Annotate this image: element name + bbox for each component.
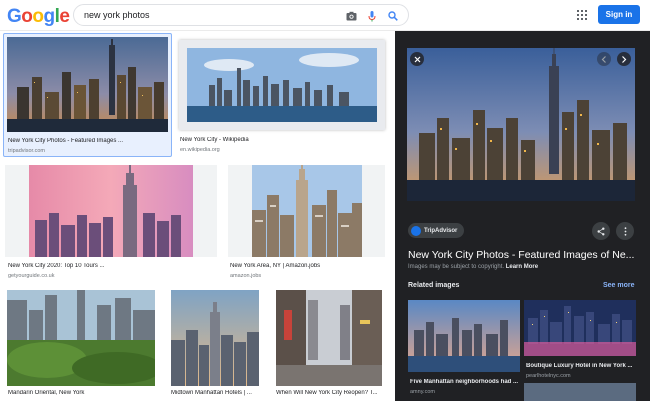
result-thumbnail[interactable] [7,290,155,386]
result-caption[interactable]: Midtown Manhattan Hotels | ... [171,390,261,396]
sign-in-button[interactable]: Sign in [598,5,640,24]
chevron-left-icon[interactable] [597,52,611,66]
more-vert-icon[interactable] [616,222,634,240]
search-box [73,4,409,26]
search-icon[interactable] [386,9,400,23]
source-chip-label: TripAdvisor [424,227,458,234]
logo-letter: o [21,6,33,27]
result-thumbnail[interactable] [276,290,382,386]
preview-title[interactable]: New York City Photos - Featured Images o… [408,249,638,261]
result-caption[interactable]: New York City 2020: Top 10 Tours ... [8,263,208,269]
copyright-text: Images may be subject to copyright. [408,264,505,270]
image-result[interactable] [171,290,259,386]
preview-image[interactable] [407,48,635,201]
related-caption[interactable]: Five Manhattan neighborhoods had ... [410,379,520,385]
image-result[interactable] [228,165,385,257]
result-caption[interactable]: New York City Photos - Featured Images .… [8,138,168,144]
source-favicon-icon [411,225,421,236]
microphone-icon[interactable] [365,9,379,23]
logo-letter: o [32,6,44,27]
result-caption[interactable]: New York Area, NY | Amazon.jobs [230,263,385,269]
logo-letter: G [7,6,22,27]
result-source: getyourguide.co.uk [8,273,55,279]
copyright-note: Images may be subject to copyright. Lear… [408,264,538,270]
learn-more-link[interactable]: Learn More [506,264,538,270]
result-caption[interactable]: New York City - Wikipedia [180,137,380,143]
related-thumbnail[interactable] [524,300,636,356]
logo-letter: g [43,6,56,27]
apps-grid-icon[interactable] [577,10,587,20]
top-bar: Google Sign in [0,0,650,30]
result-thumbnail[interactable] [179,40,385,130]
result-caption[interactable]: Mandarin Oriental, New York [8,390,153,396]
source-chip[interactable]: TripAdvisor [408,223,465,238]
related-thumbnail[interactable] [408,300,520,372]
result-caption[interactable]: When Will New York City Reopen? T... [276,390,386,396]
logo-letter: e [59,6,70,27]
image-result[interactable] [7,290,155,386]
see-more-link[interactable]: See more [603,282,635,289]
image-result[interactable]: New York City Photos - Featured Images .… [3,33,172,157]
result-thumbnail[interactable] [5,165,217,257]
chevron-right-icon[interactable] [617,52,631,66]
close-icon[interactable] [410,52,424,66]
share-icon[interactable] [592,222,610,240]
image-result[interactable]: New York City - Wikipedia en.wikipedia.o… [176,33,390,157]
image-result[interactable] [276,290,382,386]
result-source: amazon.jobs [230,273,262,279]
result-source: tripadvisor.com [8,148,45,154]
result-thumbnail[interactable] [7,37,168,132]
related-caption[interactable]: Boutique Luxury Hotel in New York ... [526,363,636,369]
result-thumbnail[interactable] [252,165,362,257]
camera-icon[interactable] [344,9,358,23]
related-thumbnail[interactable] [524,383,636,401]
result-thumbnail[interactable] [171,290,259,386]
result-source: en.wikipedia.org [180,147,220,153]
related-source: amny.com [410,389,435,395]
related-source: pearlhotelnyc.com [526,373,571,379]
google-logo[interactable]: Google [7,6,70,28]
related-heading: Related images [408,282,460,289]
preview-panel: TripAdvisor New York City Photos - Featu… [395,31,650,401]
search-input[interactable] [84,7,324,23]
image-results-grid: New York City Photos - Featured Images .… [0,31,395,401]
